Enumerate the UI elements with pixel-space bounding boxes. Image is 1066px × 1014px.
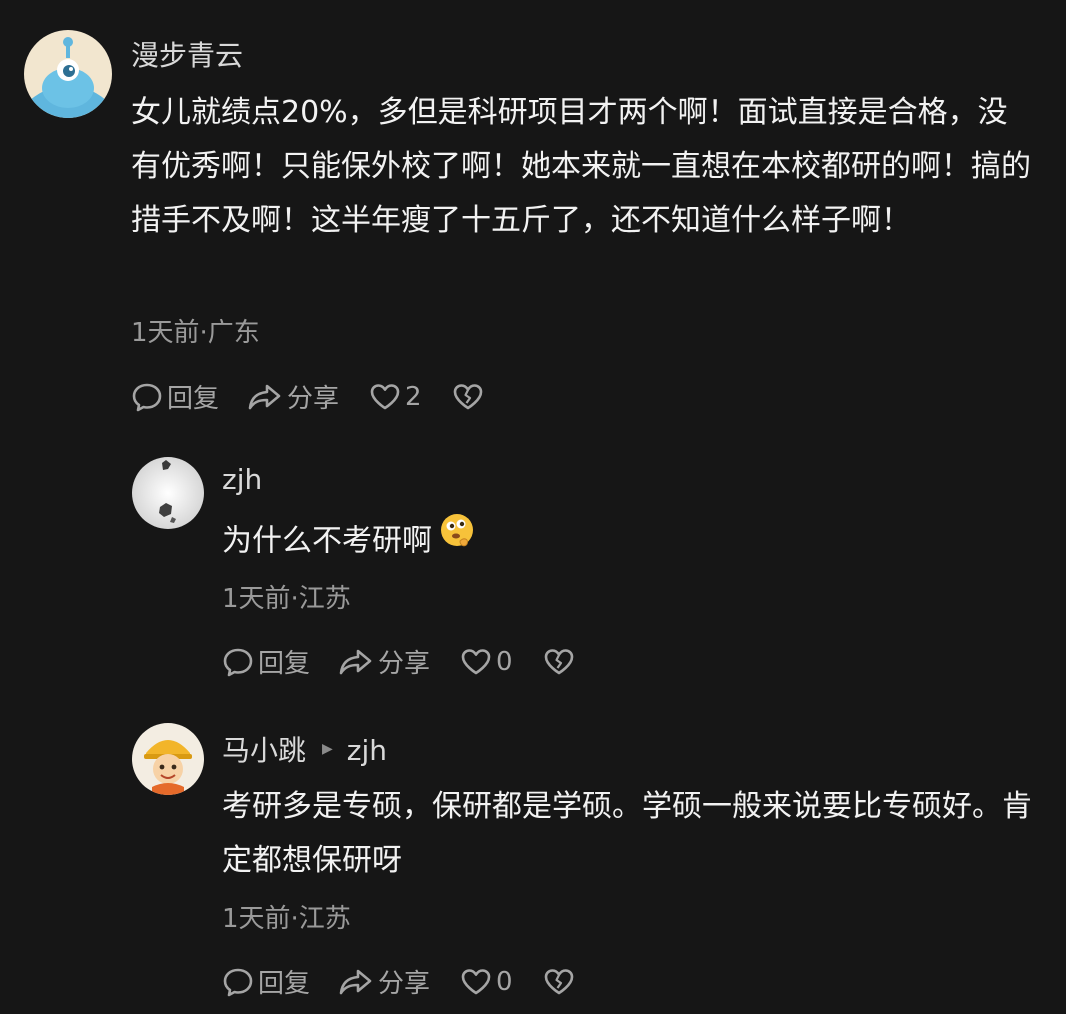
share-button[interactable]: 分享 (338, 963, 430, 1000)
reply-label: 回复 (167, 384, 220, 414)
like-button[interactable]: 2 (369, 381, 422, 413)
comment-text-content: 为什么不考研啊 (222, 523, 432, 559)
reply-label: 回复 (258, 649, 311, 679)
comment-actions: 回复 分享 2 (131, 378, 484, 415)
like-count: 2 (405, 381, 422, 412)
timestamp-location: 1天前·江苏 (222, 584, 351, 614)
timestamp-location: 1天前·江苏 (222, 904, 351, 934)
thinking-face-emoji (438, 511, 476, 567)
like-button[interactable]: 0 (460, 966, 513, 998)
username[interactable]: 漫步青云 (131, 34, 243, 74)
comment-text: 女儿就绩点20%，多但是科研项目才两个啊！面试直接是合格，没有优秀啊！只能保外校… (131, 95, 1031, 238)
heart-icon (369, 381, 401, 413)
user-avatar[interactable] (24, 30, 112, 118)
comment-actions: 回复 分享 0 (222, 643, 575, 680)
broken-heart-icon (543, 646, 575, 678)
like-button[interactable]: 0 (460, 646, 513, 678)
heart-icon (460, 966, 492, 998)
share-label: 分享 (378, 969, 431, 999)
username-link[interactable]: 马小跳 (222, 734, 306, 767)
comment-text: 考研多是专硕，保研都是学硕。学硕一般来说要比专硕好。肯定都想保研呀 (222, 789, 1032, 878)
share-button[interactable]: 分享 (247, 378, 339, 415)
comment-text: 为什么不考研啊 (222, 514, 1042, 570)
share-label: 分享 (287, 384, 340, 414)
user-avatar[interactable] (132, 723, 204, 795)
comment-actions: 回复 分享 0 (222, 963, 575, 1000)
comment-bubble-icon (222, 646, 254, 678)
reply-button[interactable]: 回复 (222, 963, 310, 1000)
reply-to-arrow-icon: ▶ (322, 741, 333, 757)
heart-icon (460, 646, 492, 678)
like-count: 0 (496, 966, 513, 997)
like-count: 0 (496, 646, 513, 677)
broken-heart-icon (543, 966, 575, 998)
dislike-button[interactable] (543, 966, 575, 998)
comment-bubble-icon (222, 966, 254, 998)
username[interactable]: zjh (222, 463, 262, 496)
share-label: 分享 (378, 649, 431, 679)
broken-heart-icon (452, 381, 484, 413)
username: 马小跳 ▶ zjh (222, 729, 387, 769)
reply-to-username[interactable]: zjh (347, 734, 387, 767)
timestamp-location: 1天前·广东 (131, 318, 260, 348)
share-arrow-icon (247, 381, 283, 413)
reply-button[interactable]: 回复 (131, 378, 219, 415)
share-arrow-icon (338, 646, 374, 678)
reply-label: 回复 (258, 969, 311, 999)
reply-button[interactable]: 回复 (222, 643, 310, 680)
user-avatar[interactable] (132, 457, 204, 529)
dislike-button[interactable] (452, 381, 484, 413)
share-button[interactable]: 分享 (338, 643, 430, 680)
comment-bubble-icon (131, 381, 163, 413)
dislike-button[interactable] (543, 646, 575, 678)
share-arrow-icon (338, 966, 374, 998)
